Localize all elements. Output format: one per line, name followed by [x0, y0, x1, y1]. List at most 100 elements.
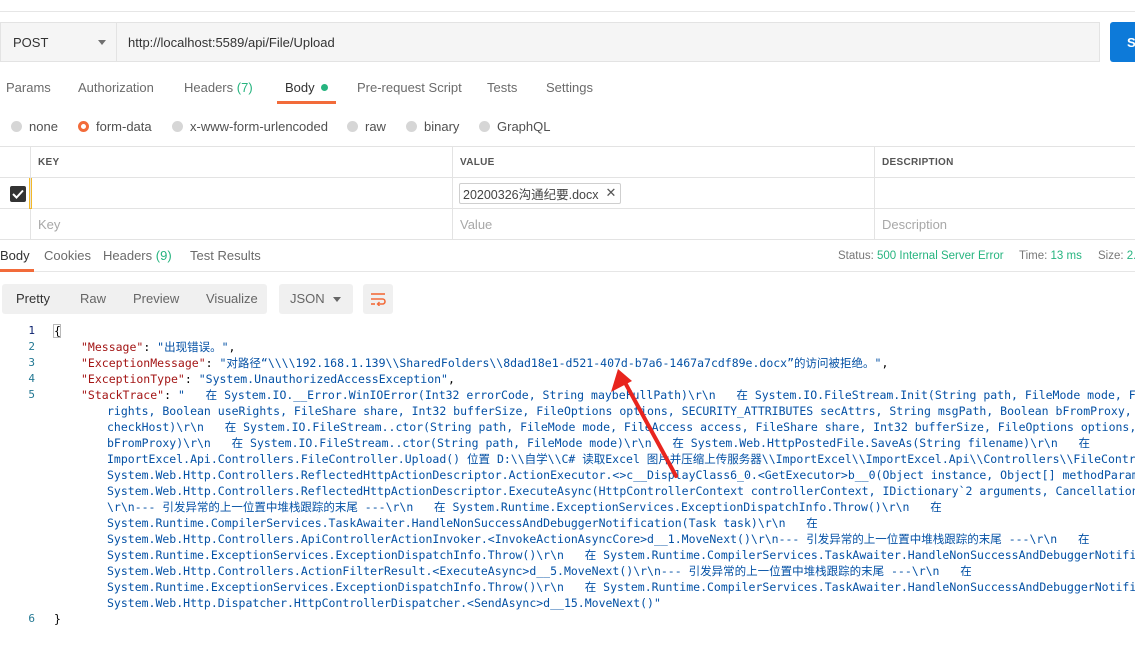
tab-params[interactable]: Params: [6, 76, 51, 104]
json-value: "对路径“\\\\192.168.1.139\\SharedFolders\\8…: [219, 356, 882, 370]
tab-settings[interactable]: Settings: [546, 76, 593, 104]
size-value[interactable]: 2.: [1127, 250, 1135, 262]
radio-binary[interactable]: binary: [406, 116, 459, 136]
code-line-wrapped: System.Runtime.ExceptionServices.Excepti…: [107, 548, 1135, 562]
value-input[interactable]: Value: [452, 209, 874, 239]
language-label: JSON: [290, 291, 325, 306]
header-label: VALUE: [460, 156, 495, 168]
response-body-editor[interactable]: 1 2 3 4 5 6 { "Message": "出现错误。", "Excep…: [0, 322, 1135, 645]
header-label: DESCRIPTION: [882, 156, 954, 168]
tab-label: Pre-request Script: [357, 80, 462, 95]
code-line: "ExceptionType": "System.UnauthorizedAcc…: [81, 371, 455, 387]
radio-label: form-data: [96, 118, 152, 134]
column-header-key: KEY: [30, 147, 453, 177]
tab-label: Test Results: [190, 248, 261, 263]
tab-label: Cookies: [44, 248, 91, 263]
radio-x-www-form-urlencoded[interactable]: x-www-form-urlencoded: [172, 116, 328, 136]
json-value: " 在 System.IO.__Error.WinIOError(Int32 e…: [177, 388, 1135, 402]
code-line: "StackTrace": " 在 System.IO.__Error.WinI…: [81, 387, 1135, 403]
response-tab-headers[interactable]: Headers (9): [103, 244, 172, 272]
colon: :: [205, 356, 220, 370]
tab-label: Headers: [184, 80, 234, 95]
tab-body[interactable]: Body: [277, 76, 336, 104]
method-select[interactable]: POST: [0, 22, 116, 62]
response-tab-cookies[interactable]: Cookies: [44, 244, 91, 272]
format-label: Preview: [133, 291, 180, 306]
radio-label: GraphQL: [497, 118, 551, 134]
key-cell[interactable]: [30, 178, 453, 208]
radio-icon: [347, 120, 358, 132]
method-label: POST: [13, 34, 49, 50]
format-preview-button[interactable]: Preview: [133, 284, 179, 314]
radio-label: binary: [424, 118, 460, 134]
time-label: Time:: [1019, 250, 1048, 262]
response-time: Time: 13 ms: [1019, 244, 1082, 268]
language-select[interactable]: JSON: [279, 284, 353, 314]
tab-label: Tests: [487, 80, 518, 95]
format-switcher: Pretty Raw Preview Visualize: [2, 284, 267, 314]
response-toolbar: Pretty Raw Preview Visualize JSON: [0, 284, 1135, 314]
status-label: Status:: [838, 250, 874, 262]
line-number: 6: [28, 612, 35, 625]
json-value: "System.UnauthorizedAccessException": [198, 372, 448, 386]
send-button-label: S: [1127, 34, 1135, 50]
code-line-wrapped: System.Web.Http.Controllers.ApiControlle…: [107, 532, 1090, 546]
row-enabled-checkbox[interactable]: [10, 186, 26, 202]
format-raw-button[interactable]: Raw: [80, 284, 106, 314]
json-key: "ExceptionMessage": [81, 356, 206, 370]
comma: ,: [447, 372, 455, 386]
wrap-lines-icon: [371, 293, 386, 306]
time-value[interactable]: 13 ms: [1051, 250, 1082, 262]
wrap-lines-button[interactable]: [363, 284, 393, 314]
format-label: Raw: [80, 291, 107, 306]
table-row-new: Key Value Description: [0, 209, 1135, 240]
radio-none[interactable]: none: [11, 116, 58, 136]
table-header-row: KEY VALUE DESCRIPTION: [0, 147, 1135, 178]
checkmark-icon: [12, 189, 24, 199]
url-input[interactable]: http://localhost:5589/api/File/Upload: [116, 22, 1100, 62]
code-line: "Message": "出现错误。",: [81, 339, 235, 355]
tab-authorization[interactable]: Authorization: [78, 76, 154, 104]
open-brace: {: [54, 324, 61, 338]
status-dot-icon: [320, 84, 328, 91]
response-tab-body[interactable]: Body: [0, 244, 34, 272]
tab-tests[interactable]: Tests: [487, 76, 517, 104]
line-number: 1: [28, 324, 35, 337]
close-brace: }: [54, 612, 61, 626]
value-cell[interactable]: 20200326沟通纪要.docx ✕: [452, 178, 874, 208]
close-icon[interactable]: ✕: [606, 185, 617, 201]
json-value: "出现错误。": [157, 340, 229, 354]
radio-icon: [479, 120, 490, 132]
format-label: Visualize: [206, 291, 258, 306]
code-line-wrapped: System.Runtime.ExceptionServices.Excepti…: [107, 580, 1135, 594]
description-cell[interactable]: [874, 178, 1135, 208]
radio-form-data[interactable]: form-data: [78, 116, 152, 136]
radio-graphql[interactable]: GraphQL: [479, 116, 550, 136]
description-input[interactable]: Description: [874, 209, 1135, 239]
tab-headers[interactable]: Headers (7): [184, 76, 253, 104]
format-visualize-button[interactable]: Visualize: [206, 284, 258, 314]
tab-pre-request-script[interactable]: Pre-request Script: [357, 76, 462, 104]
format-pretty-button[interactable]: Pretty: [16, 284, 50, 314]
response-tab-test-results[interactable]: Test Results: [190, 244, 261, 272]
radio-label: none: [29, 118, 58, 134]
key-input[interactable]: Key: [30, 209, 453, 239]
body-type-radios: none form-data x-www-form-urlencoded raw…: [0, 116, 1135, 136]
top-strip: [0, 0, 1135, 12]
line-number: 4: [28, 372, 35, 385]
response-status: Status: 500 Internal Server Error: [838, 244, 1004, 268]
url-text: http://localhost:5589/api/File/Upload: [128, 34, 335, 50]
status-value[interactable]: 500 Internal Server Error: [877, 250, 1004, 262]
line-number: 2: [28, 340, 35, 353]
file-chip: 20200326沟通纪要.docx ✕: [459, 182, 622, 204]
code-line: }: [54, 611, 61, 627]
send-button[interactable]: S: [1110, 22, 1135, 62]
tab-label: Body: [285, 80, 315, 95]
json-key: "ExceptionType": [81, 372, 185, 386]
colon: :: [143, 340, 158, 354]
radio-label: raw: [365, 118, 386, 134]
tab-count: (7): [236, 80, 253, 95]
radio-raw[interactable]: raw: [347, 116, 386, 136]
chevron-down-icon: [98, 40, 106, 45]
tab-label: Authorization: [78, 80, 154, 95]
